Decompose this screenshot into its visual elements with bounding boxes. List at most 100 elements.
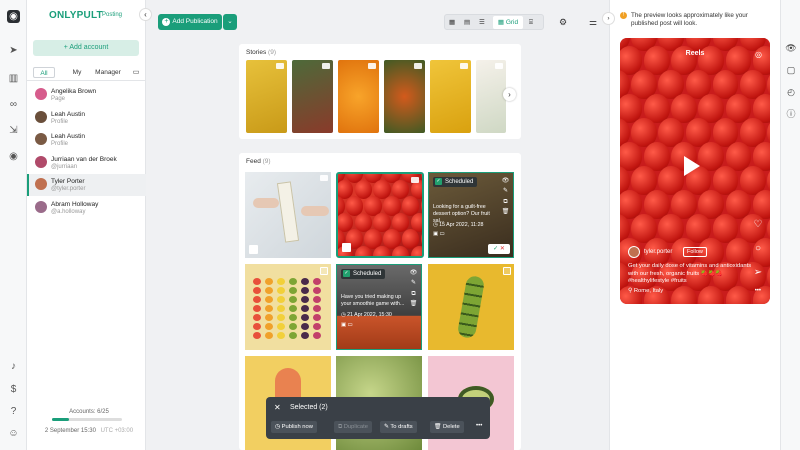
story-item[interactable]: [476, 60, 506, 133]
fruit-slice: [253, 323, 261, 330]
select-checkbox[interactable]: [503, 267, 511, 275]
avatar: [35, 110, 47, 123]
add-publication-button[interactable]: + Add Publication: [158, 14, 222, 30]
folder-icon[interactable]: ▭: [131, 67, 141, 78]
account-item[interactable]: Tyler Porter @tyler.porter: [27, 174, 146, 196]
account-type: @a.holloway: [51, 208, 86, 215]
feed-view-icon[interactable]: ⌸: [529, 15, 533, 31]
avatar: [35, 178, 47, 190]
video-icon: [495, 63, 503, 69]
feed-post-scheduled[interactable]: Scheduled Looking for a guilt-free desse…: [428, 172, 514, 258]
account-item[interactable]: Jurriaan van der Broek @jurriaan: [27, 152, 146, 174]
feed-post[interactable]: [428, 264, 514, 350]
list-view-icon[interactable]: ☰: [479, 15, 485, 31]
more-icon[interactable]: •••: [755, 288, 761, 294]
grid-view-button[interactable]: ▦ Grid: [493, 16, 523, 29]
reject-icon[interactable]: ✕: [500, 246, 505, 252]
story-item[interactable]: [246, 60, 287, 133]
to-drafts-label: To drafts: [390, 424, 413, 430]
delete-button[interactable]: 🗑 Delete: [430, 421, 464, 433]
comment-icon[interactable]: ○: [752, 237, 764, 261]
fruit-slice: [301, 323, 309, 330]
selected-count: Selected (2): [290, 404, 328, 411]
avatar: [35, 133, 47, 145]
fruit-slice: [277, 323, 285, 330]
add-account-button[interactable]: + Add account: [33, 40, 139, 56]
import-icon[interactable]: ⇲: [7, 124, 20, 137]
filter-icon[interactable]: ⚌: [586, 14, 600, 30]
play-icon[interactable]: [684, 156, 700, 176]
fruit-slice: [265, 332, 273, 339]
story-item[interactable]: [292, 60, 333, 133]
story-item[interactable]: [384, 60, 425, 133]
copy-icon[interactable]: ⧉: [409, 290, 418, 299]
user-icon[interactable]: ☺: [7, 427, 20, 440]
edit-icon[interactable]: ✎: [409, 279, 418, 288]
collapse-sidebar-button[interactable]: ‹: [139, 8, 152, 21]
select-checkbox[interactable]: [320, 267, 328, 275]
send-icon[interactable]: ➤: [7, 44, 20, 57]
video-icon: [320, 175, 328, 181]
feed-post-scheduled[interactable]: Scheduled Have you tried making up your …: [336, 264, 422, 350]
feed-post[interactable]: [245, 172, 331, 258]
bell-icon[interactable]: ♪: [7, 360, 20, 373]
eye-icon[interactable]: 👁: [785, 42, 797, 54]
account-item[interactable]: Leah Austin Profile: [27, 107, 146, 129]
stories-next-button[interactable]: ›: [503, 88, 516, 101]
fruit-slice: [301, 296, 309, 303]
filter-tab-manager[interactable]: Manager: [93, 67, 123, 78]
settings-icon[interactable]: ⚙: [556, 14, 570, 30]
post-date: ◷ 15 Apr 2022, 11:28: [433, 222, 483, 229]
edit-icon[interactable]: ✎: [501, 187, 510, 196]
logo-icon[interactable]: ◉: [7, 10, 20, 23]
fruit-slice: [265, 305, 273, 312]
to-drafts-button[interactable]: ✎ To drafts: [380, 421, 417, 433]
feed-post[interactable]: [245, 264, 331, 350]
chat-icon[interactable]: ▢: [785, 64, 797, 76]
info-icon[interactable]: ⓘ: [785, 108, 797, 120]
filter-tab-my[interactable]: My: [69, 67, 85, 78]
mosaic-view-icon[interactable]: ▦: [449, 15, 455, 31]
fruit-slice: [265, 278, 273, 285]
help-icon[interactable]: ?: [7, 405, 20, 418]
close-selection-icon[interactable]: ✕: [274, 403, 281, 412]
feed-title-text: Feed: [246, 158, 261, 165]
story-item[interactable]: [338, 60, 379, 133]
approve-icon[interactable]: ✓: [493, 246, 498, 252]
account-item[interactable]: Leah Austin Profile: [27, 129, 146, 151]
duplicate-button[interactable]: ⧉ Duplicate: [334, 421, 372, 433]
history-icon[interactable]: ◴: [785, 86, 797, 98]
brand-subtitle: Posting: [102, 12, 123, 18]
fruit-slice: [301, 278, 309, 285]
copy-icon[interactable]: ⧉: [501, 198, 510, 207]
chart-icon[interactable]: ▥: [7, 72, 20, 85]
eye-icon[interactable]: 👁: [409, 269, 418, 278]
eye-icon[interactable]: 👁: [501, 177, 510, 186]
filter-tab-all[interactable]: All: [33, 67, 55, 78]
more-actions-icon[interactable]: •••: [476, 423, 482, 429]
trash-icon[interactable]: 🗑: [501, 208, 510, 217]
add-publication-dropdown[interactable]: ⌄: [223, 14, 237, 30]
link-icon[interactable]: ∞: [7, 98, 20, 111]
trash-icon[interactable]: 🗑: [409, 300, 418, 309]
username: tyler.porter: [644, 249, 673, 255]
datetime-value: 2 September 15:30: [44, 428, 96, 434]
calendar-view-icon[interactable]: ▤: [464, 15, 470, 31]
feed-post-selected[interactable]: [336, 172, 424, 258]
account-item[interactable]: Angelika Brown Page: [27, 84, 146, 106]
broadcast-icon[interactable]: ◉: [7, 150, 20, 163]
heart-icon[interactable]: ♡: [752, 213, 764, 237]
current-datetime: 2 September 15:30 UTC +03:00: [33, 428, 145, 434]
fruit-slice: [289, 287, 297, 294]
fruit-slice: [277, 314, 285, 321]
preview-panel: ! The preview looks approximately like y…: [609, 0, 780, 450]
story-item[interactable]: [430, 60, 471, 133]
account-item[interactable]: Abram Holloway @a.holloway: [27, 197, 146, 219]
publish-now-button[interactable]: ◷ Publish now: [271, 421, 317, 433]
expand-preview-button[interactable]: ›: [602, 12, 615, 25]
follow-button[interactable]: Follow: [683, 247, 707, 257]
dollar-icon[interactable]: $: [7, 383, 20, 396]
feed-title: Feed (9): [246, 158, 271, 165]
video-icon: [276, 63, 284, 69]
fruit-slice: [277, 287, 285, 294]
